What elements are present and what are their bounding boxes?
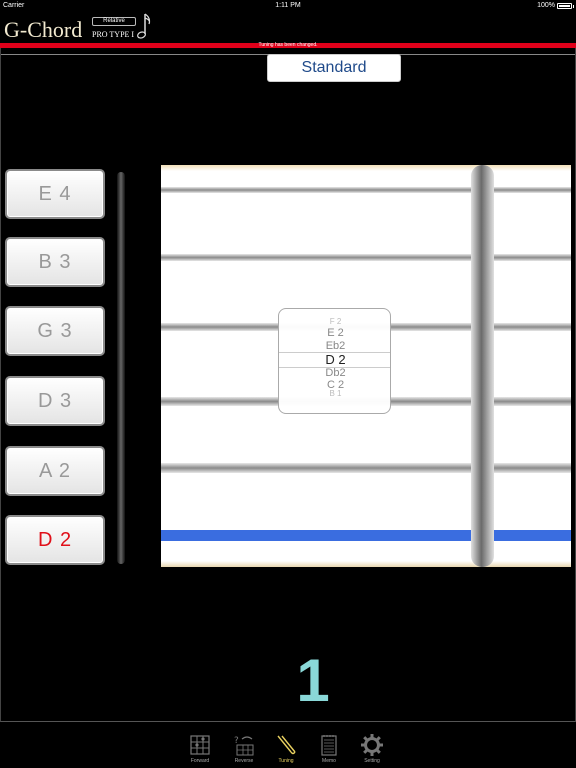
string-2-button[interactable]: B 3	[5, 237, 105, 287]
picker-option[interactable]: F 2	[279, 317, 390, 326]
reverse-chord-icon: ?	[234, 736, 254, 756]
fret-number: 1	[296, 647, 330, 714]
picker-option[interactable]: B 1	[279, 389, 390, 398]
tab-memo-label: Memo	[322, 758, 336, 764]
string-5-button[interactable]: A 2	[5, 446, 105, 496]
tab-setting-label: Setting	[364, 758, 380, 764]
clock: 1:11 PM	[275, 2, 301, 9]
tab-forward-label: Forward	[190, 758, 210, 764]
tuning-fork-icon	[277, 735, 296, 755]
string-line-5	[161, 463, 571, 473]
string-3-button[interactable]: G 3	[5, 306, 105, 356]
string-1-button[interactable]: E 4	[5, 169, 105, 219]
picker-option[interactable]: Eb2	[279, 340, 390, 352]
tuning-preset-button[interactable]: Standard	[267, 54, 401, 82]
battery-icon	[557, 2, 574, 9]
fretboard-top-edge	[161, 165, 571, 171]
string-4-button[interactable]: D 3	[5, 376, 105, 426]
picker-option[interactable]: Db2	[279, 367, 390, 379]
app-header: G-Chord Relative PRO TYPE I	[0, 12, 576, 55]
tab-setting[interactable]: Setting	[352, 733, 392, 767]
battery-percent: 100%	[537, 2, 555, 9]
picker-selected-option[interactable]: D 2	[279, 352, 390, 367]
tab-forward[interactable]: Forward	[180, 733, 220, 767]
tab-tuning[interactable]: Tuning	[266, 733, 306, 767]
picker-option[interactable]: E 2	[279, 327, 390, 339]
string-line-1	[161, 187, 571, 193]
memo-pad-icon	[321, 735, 337, 756]
relative-button[interactable]: Relative	[92, 17, 136, 26]
string-line-6-active	[161, 530, 571, 541]
tab-memo[interactable]: Memo	[309, 733, 349, 767]
tab-tuning-label: Tuning	[278, 758, 294, 764]
string-6-button[interactable]: D 2	[5, 515, 105, 565]
music-note-icon	[137, 13, 151, 39]
pro-type-label: PRO TYPE I	[92, 30, 135, 39]
fretboard-bottom-edge	[161, 561, 571, 567]
tab-bar: Forward ? Reverse Tuning Memo Setting	[0, 723, 576, 768]
app-logo: G-Chord	[4, 17, 83, 42]
battery-status: 100%	[537, 2, 574, 9]
tab-reverse-label: Reverse	[234, 758, 254, 764]
scroll-indicator[interactable]	[117, 172, 125, 564]
string-line-2	[161, 254, 571, 261]
gear-icon	[361, 734, 383, 756]
fret-bar	[471, 165, 494, 567]
note-picker[interactable]: F 2 E 2 Eb2 D 2 Db2 C 2 B 1	[278, 308, 391, 414]
chord-grid-icon	[190, 735, 210, 755]
tab-reverse[interactable]: ? Reverse	[224, 733, 264, 767]
